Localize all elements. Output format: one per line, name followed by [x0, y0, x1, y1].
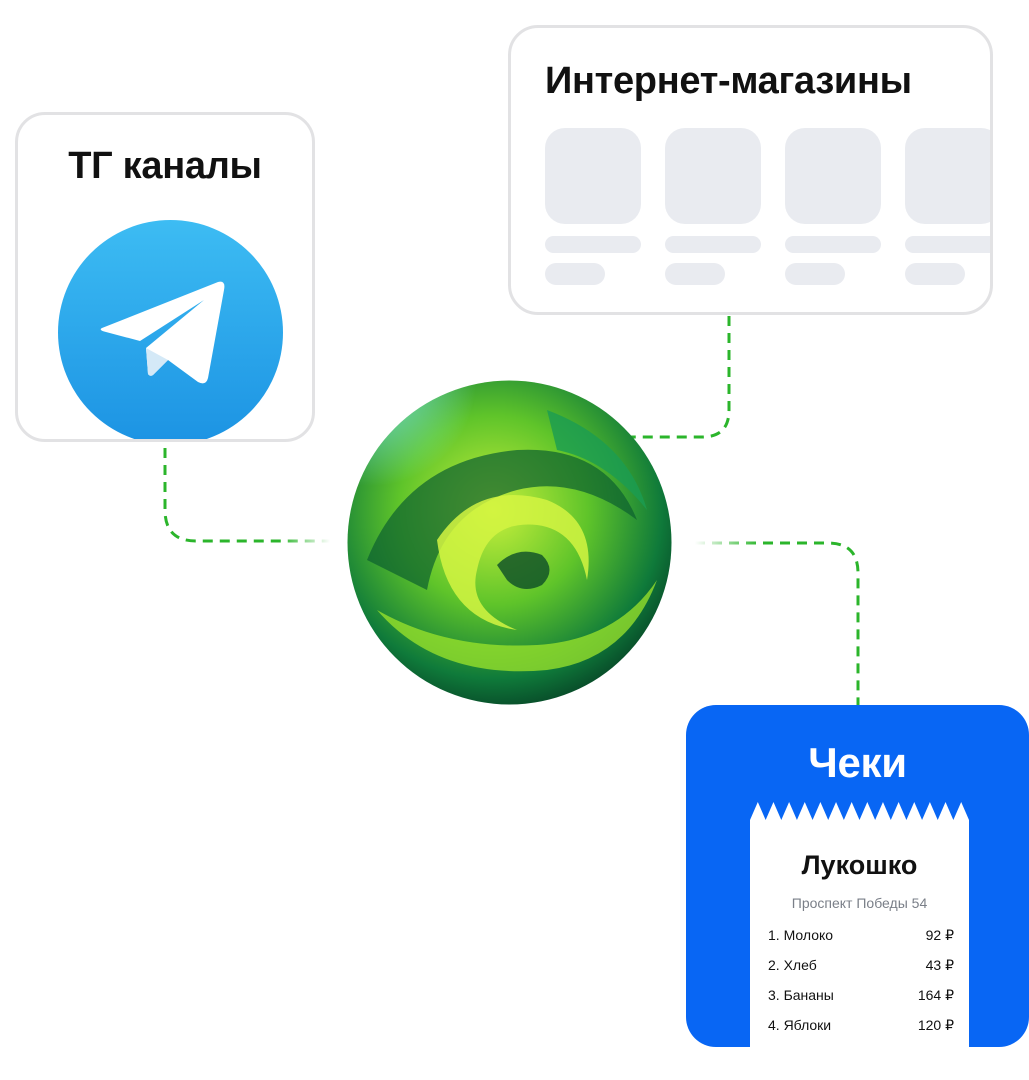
shops-card-title: Интернет-магазины	[545, 60, 912, 102]
item-price: 120 ₽	[917, 1017, 954, 1033]
product-placeholder	[545, 128, 641, 285]
telegram-icon	[58, 220, 283, 439]
store-name: Лукошко	[801, 850, 918, 880]
receipt-items: 1. Молоко 92 ₽ 2. Хлеб 43 ₽ 3. Бананы 16…	[768, 927, 954, 1047]
connector-receipts	[695, 541, 860, 705]
green-orb-image	[347, 380, 672, 705]
tg-card-title: ТГ каналы	[68, 145, 262, 187]
item-name: 2. Хлеб	[768, 957, 817, 973]
receipt-item: 3. Бананы 164 ₽	[768, 987, 954, 1017]
tg-channels-card: ТГ каналы	[15, 112, 315, 442]
receipt-item: 4. Яблоки 120 ₽	[768, 1017, 954, 1047]
receipt-item: 2. Хлеб 43 ₽	[768, 957, 954, 987]
receipts-card: Чеки Лукошко Проспект Победы 54 1. Молок…	[686, 705, 1029, 1047]
item-name: 4. Яблоки	[768, 1017, 832, 1033]
online-stores-card: Интернет-магазины	[508, 25, 993, 315]
product-placeholders	[545, 128, 990, 298]
item-name: 1. Молоко	[768, 927, 834, 943]
connector-tg	[163, 448, 330, 543]
item-price: 92 ₽	[925, 927, 954, 943]
item-price: 43 ₽	[925, 957, 954, 973]
product-placeholder	[785, 128, 881, 285]
receipt-item: 1. Молоко 92 ₽	[768, 927, 954, 957]
product-placeholder	[665, 128, 761, 285]
receipts-card-title: Чеки	[808, 739, 907, 786]
store-address: Проспект Победы 54	[791, 895, 928, 911]
item-name: 3. Бананы	[768, 987, 834, 1003]
item-price: 164 ₽	[917, 987, 954, 1003]
receipt: Лукошко Проспект Победы 54 1. Молоко 92 …	[750, 802, 969, 1047]
product-placeholder	[905, 128, 990, 285]
